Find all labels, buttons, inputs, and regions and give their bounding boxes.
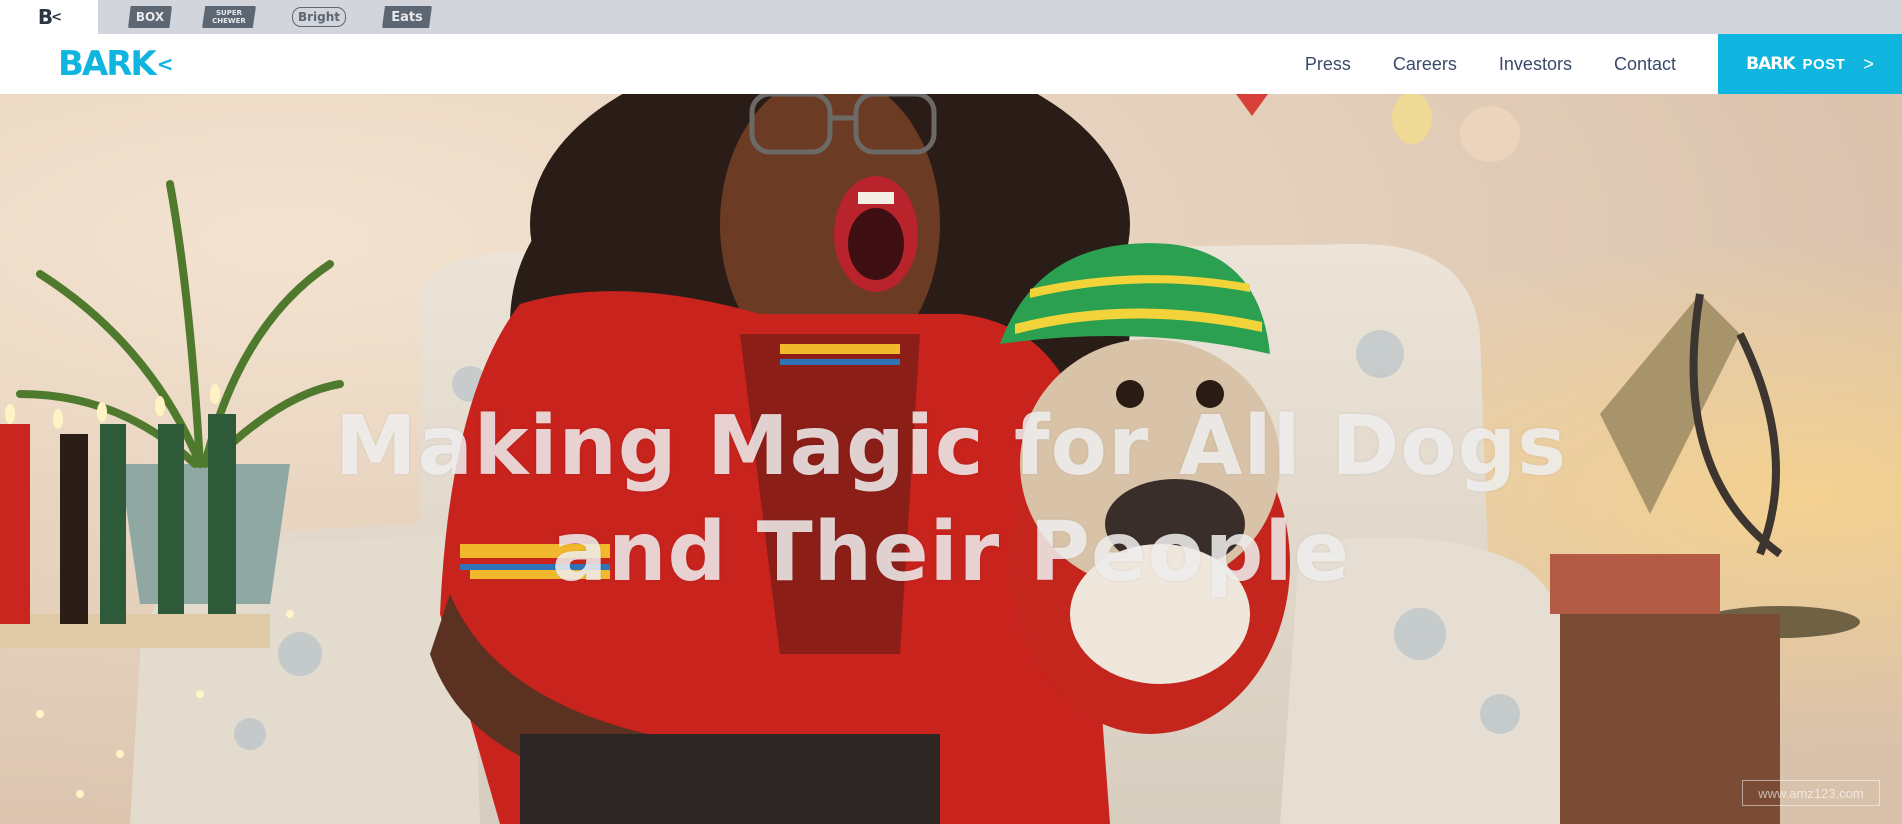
brand-tab-bark[interactable]: B<	[0, 0, 98, 34]
nav-careers[interactable]: Careers	[1393, 54, 1457, 75]
chevron-right-icon: >	[1863, 53, 1874, 74]
bark-mark-icon: B<	[37, 5, 62, 29]
brand-switcher-bar: B< BOX SUPER CHEWER Bright Eats	[0, 0, 1902, 34]
brand-tab-bright[interactable]: Bright	[274, 0, 364, 34]
bright-logo: Bright	[292, 7, 346, 27]
super-chewer-logo: SUPER CHEWER	[202, 6, 256, 28]
logo-spark-icon: <	[156, 52, 174, 76]
hero-headline-line2: and Their People	[551, 505, 1351, 600]
nav-press[interactable]: Press	[1305, 54, 1351, 75]
brand-tab-eats[interactable]: Eats	[364, 0, 450, 34]
eats-logo: Eats	[382, 6, 432, 28]
nav-investors[interactable]: Investors	[1499, 54, 1572, 75]
hero-headline-line1: Making Magic for All Dogs	[334, 399, 1568, 494]
main-nav: Press Careers Investors Contact	[1305, 34, 1676, 94]
hero-banner: Making Magic for All Dogs and Their Peop…	[0, 94, 1902, 824]
watermark-badge: www.amz123.com	[1742, 780, 1880, 806]
hero-headline: Making Magic for All Dogs and Their Peop…	[0, 394, 1902, 606]
box-logo: BOX	[128, 6, 172, 28]
brand-tab-box[interactable]: BOX	[98, 0, 184, 34]
brand-tab-super-chewer[interactable]: SUPER CHEWER	[184, 0, 274, 34]
bark-logo[interactable]: BARK <	[58, 44, 174, 84]
bark-post-button[interactable]: BARK POST >	[1718, 34, 1902, 94]
site-header: BARK < Press Careers Investors Contact BA…	[0, 34, 1902, 94]
nav-contact[interactable]: Contact	[1614, 54, 1676, 75]
